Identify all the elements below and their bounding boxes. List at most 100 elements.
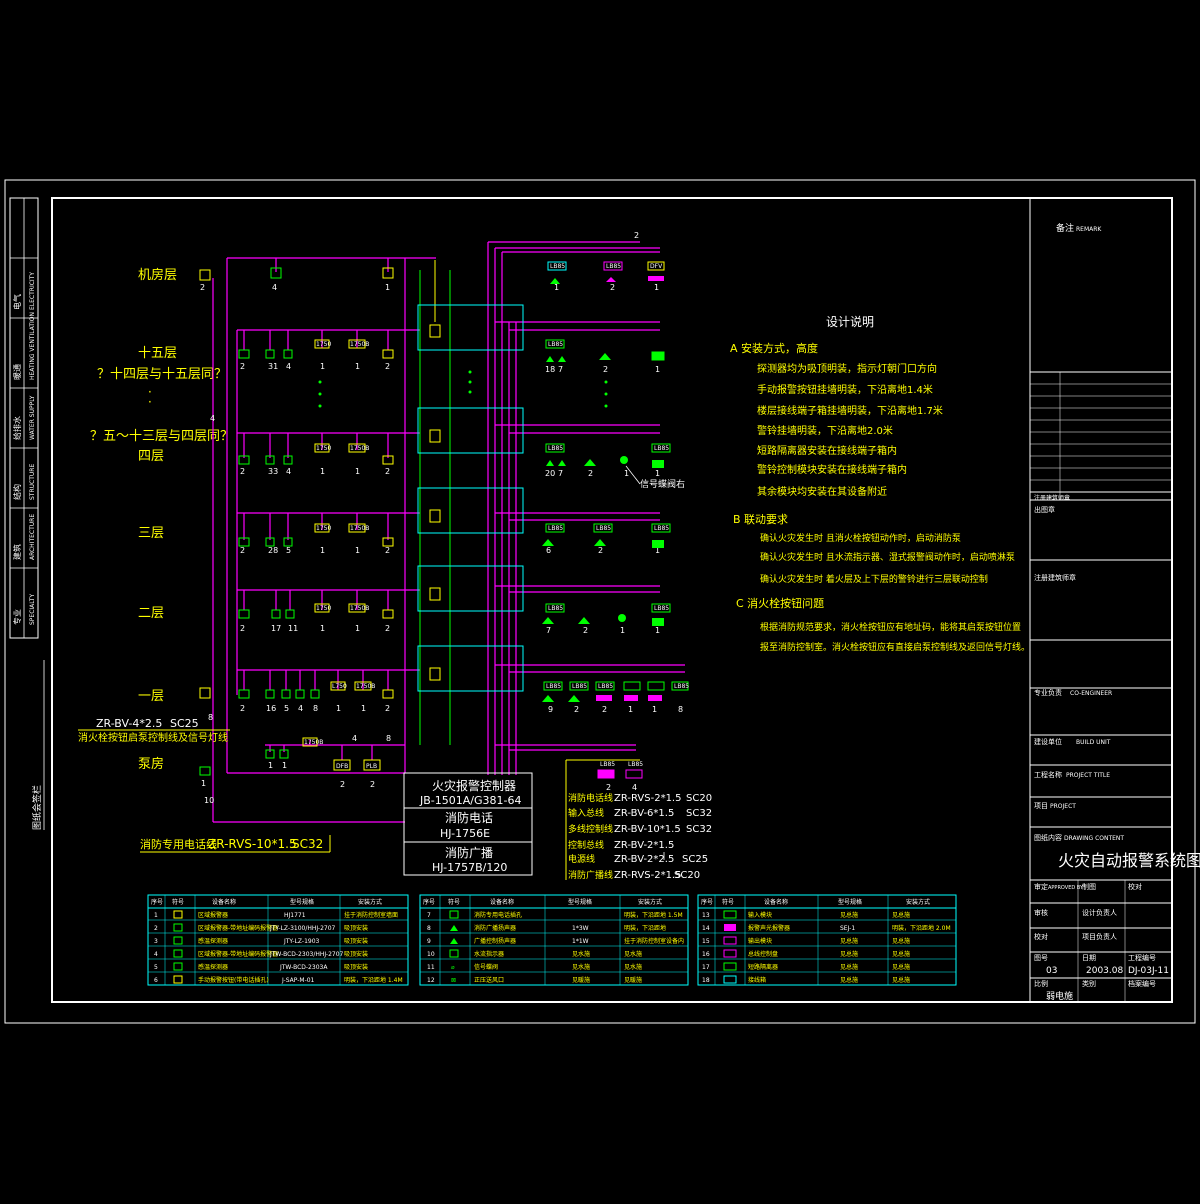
junction-boxes xyxy=(417,304,524,692)
svg-text:1750B: 1750B xyxy=(356,683,375,690)
svg-text:正压送风口: 正压送风口 xyxy=(474,976,504,984)
svg-text:4: 4 xyxy=(632,783,637,792)
svg-text:感温探测器: 感温探测器 xyxy=(198,963,228,971)
svg-text:1: 1 xyxy=(554,283,559,292)
svg-text:弱电施: 弱电施 xyxy=(1046,990,1073,1002)
svg-text:2: 2 xyxy=(588,469,593,478)
svg-text:感温探测器: 感温探测器 xyxy=(198,937,228,945)
svg-text:12: 12 xyxy=(427,977,435,984)
svg-text:1: 1 xyxy=(320,362,325,371)
svg-text:6: 6 xyxy=(546,546,551,555)
svg-text:18: 18 xyxy=(702,977,710,984)
svg-text:2: 2 xyxy=(340,780,345,789)
svg-text:4: 4 xyxy=(154,951,158,958)
side-label-en-3: WATER SUPPLY xyxy=(29,395,36,440)
notes-c2: 报至消防控制室。消火栓按钮应有直接启泵控制线及返回信号灯线。 xyxy=(760,641,1030,653)
side-label-2: 结构 xyxy=(12,484,22,500)
notes-b2: 确认火灾发生时 且水流指示器、湿式报警阀动作时，启动喷淋泵 xyxy=(760,551,1015,563)
svg-text:型号规格: 型号规格 xyxy=(568,898,592,906)
svg-text:LB85: LB85 xyxy=(606,263,621,270)
side-label-en-0: SPECIALTY xyxy=(29,594,36,625)
wire-sc25: SC25 xyxy=(170,717,199,730)
svg-text:LB85: LB85 xyxy=(674,683,689,690)
svg-text:消防广播扬声器: 消防广播扬声器 xyxy=(474,924,516,932)
svg-text:短路隔离器: 短路隔离器 xyxy=(748,963,778,971)
svg-text:1: 1 xyxy=(355,624,360,633)
notes-a2: 手动报警按钮挂墙明装，下沿离地1.4米 xyxy=(757,383,933,396)
notes-title: 设计说明 xyxy=(826,314,874,329)
svg-text:1: 1 xyxy=(268,761,273,770)
wire-bv4-desc: 消火栓按钮启泵控制线及信号灯线 xyxy=(78,731,228,744)
side-label-en-2: STRUCTURE xyxy=(29,464,36,500)
svg-text:消防电话线: 消防电话线 xyxy=(568,792,613,804)
wire-bv4: ZR-BV-4*2.5 xyxy=(96,717,162,730)
svg-text:2: 2 xyxy=(370,780,375,789)
svg-text:8: 8 xyxy=(678,705,683,714)
svg-text:PROJECT TITLE: PROJECT TITLE xyxy=(1066,772,1110,779)
title-block xyxy=(1029,198,1172,1002)
notes-b1: 确认火灾发生时 且消火栓按钮动作时，启动消防泵 xyxy=(760,532,961,544)
svg-text:2: 2 xyxy=(240,704,245,713)
svg-text:设计负责人: 设计负责人 xyxy=(1082,908,1117,917)
cable-legend: 消防电话线 ZR-RVS-2*1.5 SC20 输入总线 ZR-BV-6*1.5… xyxy=(568,792,712,881)
svg-text:14: 14 xyxy=(702,925,710,932)
side-label-0: 专业 xyxy=(12,609,22,625)
svg-text:1: 1 xyxy=(654,283,659,292)
svg-text:类别: 类别 xyxy=(1082,979,1096,988)
svg-text:2: 2 xyxy=(154,925,158,932)
svg-text:建设单位: 建设单位 xyxy=(1034,737,1062,746)
phone-model: HJ-1756E xyxy=(440,827,490,840)
svg-text:ZR-RVS-2*1.5: ZR-RVS-2*1.5 xyxy=(614,870,681,881)
svg-text:LB85: LB85 xyxy=(548,445,563,452)
notes-a-head: A 安装方式，高度 xyxy=(730,341,818,355)
svg-text:区域报警器: 区域报警器 xyxy=(198,911,228,919)
svg-text:安装方式: 安装方式 xyxy=(358,898,382,906)
svg-text:10: 10 xyxy=(427,951,435,958)
svg-text:见总施: 见总施 xyxy=(892,911,910,919)
wire-sc32: SC32 xyxy=(292,837,323,851)
svg-text:SC25: SC25 xyxy=(682,854,708,865)
svg-text:1: 1 xyxy=(655,365,660,374)
svg-text:吸顶安装: 吸顶安装 xyxy=(344,937,368,945)
svg-text:LB85: LB85 xyxy=(600,761,615,768)
svg-text:LB85: LB85 xyxy=(548,605,563,612)
svg-text:见暖施: 见暖施 xyxy=(572,976,590,984)
junction-modules xyxy=(429,324,441,681)
floor-5-13: ？五～十三层与四层同？ xyxy=(90,429,233,444)
title-block-text: 备注 REMARK 注册建筑师章 出图章 注册建筑师章 专业负责 CO-ENGI… xyxy=(1034,222,1200,1002)
svg-text:挂于消防控制室设备内: 挂于消防控制室设备内 xyxy=(624,937,684,945)
drawing-title: 火灾自动报警系统图 xyxy=(1058,851,1200,870)
svg-text:序号: 序号 xyxy=(423,898,435,906)
svg-text:工程编号: 工程编号 xyxy=(1128,953,1156,962)
svg-text:1*1W: 1*1W xyxy=(572,938,589,945)
svg-text:控制总线: 控制总线 xyxy=(568,839,604,851)
svg-text:档案编号: 档案编号 xyxy=(1128,979,1156,988)
svg-text:明装，下沿距地 2.0M: 明装，下沿距地 2.0M xyxy=(892,924,951,932)
svg-text:HJ1771: HJ1771 xyxy=(284,912,306,919)
svg-text:6: 6 xyxy=(154,977,158,984)
svg-text:2: 2 xyxy=(385,546,390,555)
svg-text:4: 4 xyxy=(272,283,277,292)
svg-text:2: 2 xyxy=(240,624,245,633)
svg-text:输入总线: 输入总线 xyxy=(568,807,604,819)
floor-machine-room: 机房层 xyxy=(138,267,177,283)
svg-text:吸顶安装: 吸顶安装 xyxy=(344,963,368,971)
svg-text:出图章: 出图章 xyxy=(1034,505,1055,514)
svg-text:总线控制盘: 总线控制盘 xyxy=(748,950,778,958)
notes-c-head: C 消火栓按钮问题 xyxy=(736,596,824,610)
svg-text:符号: 符号 xyxy=(722,898,734,906)
svg-text:8: 8 xyxy=(313,704,318,713)
svg-text:制图: 制图 xyxy=(1082,882,1096,891)
svg-text:1: 1 xyxy=(361,704,366,713)
svg-text:电源线: 电源线 xyxy=(568,853,595,865)
svg-text:J-SAP-M-01: J-SAP-M-01 xyxy=(281,977,315,984)
svg-text:1: 1 xyxy=(320,467,325,476)
device-table-3: 序号 符号 设备名称 型号规格 安装方式 13 输入模块 见总施 见总施 14 … xyxy=(697,894,957,986)
svg-text:见总施: 见总施 xyxy=(840,911,858,919)
svg-text:1: 1 xyxy=(320,546,325,555)
bcast-title: 消防广播 xyxy=(445,845,493,860)
side-label-en-1: ARCHITECTURE xyxy=(29,514,36,560)
svg-text:28: 28 xyxy=(268,546,278,555)
svg-text:SC20: SC20 xyxy=(674,870,700,881)
svg-text:8: 8 xyxy=(427,925,431,932)
